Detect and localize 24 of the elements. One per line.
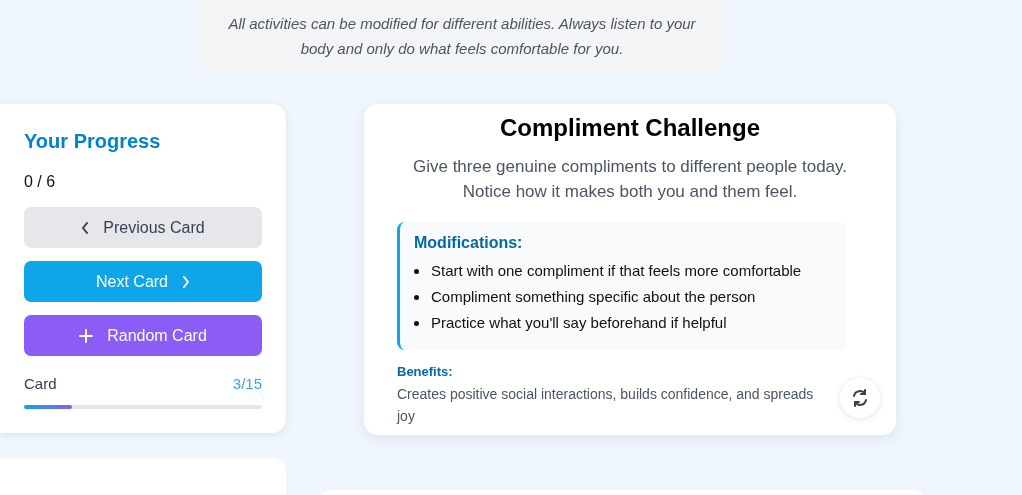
bullet-icon (414, 321, 419, 326)
modification-item: Start with one compliment if that feels more comfortable (431, 261, 802, 281)
benefits-text: Creates positive social interactions, builds confidence, and spreads joy (397, 385, 815, 426)
chevron-right-icon (182, 275, 190, 288)
card-label: Card (24, 375, 57, 392)
plus-icon (79, 328, 94, 343)
activity-description: Give three genuine compliments to different people today. Notice how it makes both you and them feel. (411, 156, 849, 203)
benefits-heading: Benefits: (397, 364, 454, 379)
notice-text: All activities can be modified for different abilities. Always listen to your body and only do what feels comfortable for you. (198, 0, 726, 71)
bullet-icon (414, 269, 419, 274)
random-card-button[interactable]: Random Card (24, 315, 262, 356)
progress-title: Your Progress (24, 130, 162, 153)
card-reading: 3/15 (232, 375, 262, 392)
previous-card-button[interactable]: Previous Card (24, 207, 262, 248)
flip-button[interactable] (840, 378, 880, 418)
activity-title: Compliment Challenge (499, 114, 761, 142)
refresh-icon (851, 389, 869, 407)
modification-item: Practice what you'll say beforehand if helpful (431, 313, 727, 333)
bullet-icon (414, 295, 419, 300)
modification-item: Compliment something specific about the person (431, 287, 756, 307)
progress-count: 0 / 6 (24, 173, 57, 191)
next-card-button[interactable]: Next Card (24, 261, 262, 302)
modifications-heading: Modifications: (414, 234, 524, 252)
chevron-left-icon (81, 221, 90, 234)
